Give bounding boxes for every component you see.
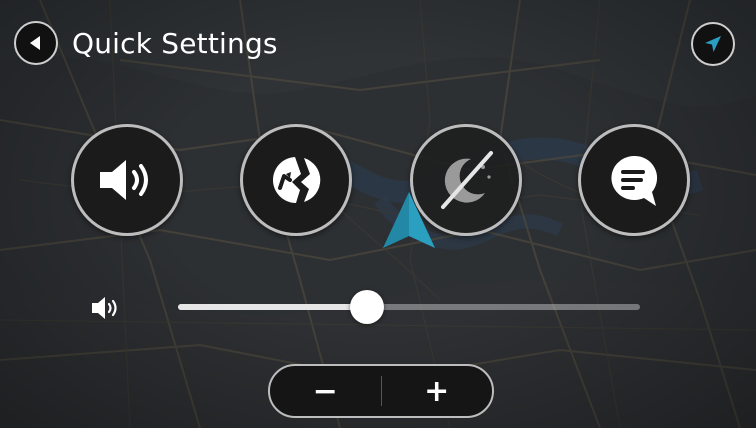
speech-bubble-icon <box>611 155 658 206</box>
volume-icon <box>92 297 117 319</box>
zoom-control: − + <box>268 364 494 418</box>
traffic-incident-icon <box>272 157 321 203</box>
voice-instructions-toggle-button[interactable] <box>578 124 690 236</box>
page-title: Quick Settings <box>72 26 278 60</box>
volume-slider-fill <box>178 304 368 310</box>
speaker-icon <box>100 160 148 200</box>
navigation-view-button[interactable] <box>691 22 735 66</box>
navigation-arrow-icon <box>705 36 721 52</box>
zoom-in-button[interactable]: + <box>382 366 493 416</box>
header: Quick Settings <box>14 20 278 66</box>
zoom-out-button[interactable]: − <box>270 366 381 416</box>
night-mode-off-icon <box>441 151 493 209</box>
sound-toggle-button[interactable] <box>71 124 183 236</box>
current-position-arrow-icon <box>383 192 435 248</box>
volume-slider[interactable] <box>178 290 640 324</box>
traffic-toggle-button[interactable] <box>240 124 352 236</box>
volume-slider-thumb[interactable] <box>350 290 385 324</box>
back-arrow-icon <box>30 36 40 50</box>
back-button[interactable] <box>14 21 58 65</box>
